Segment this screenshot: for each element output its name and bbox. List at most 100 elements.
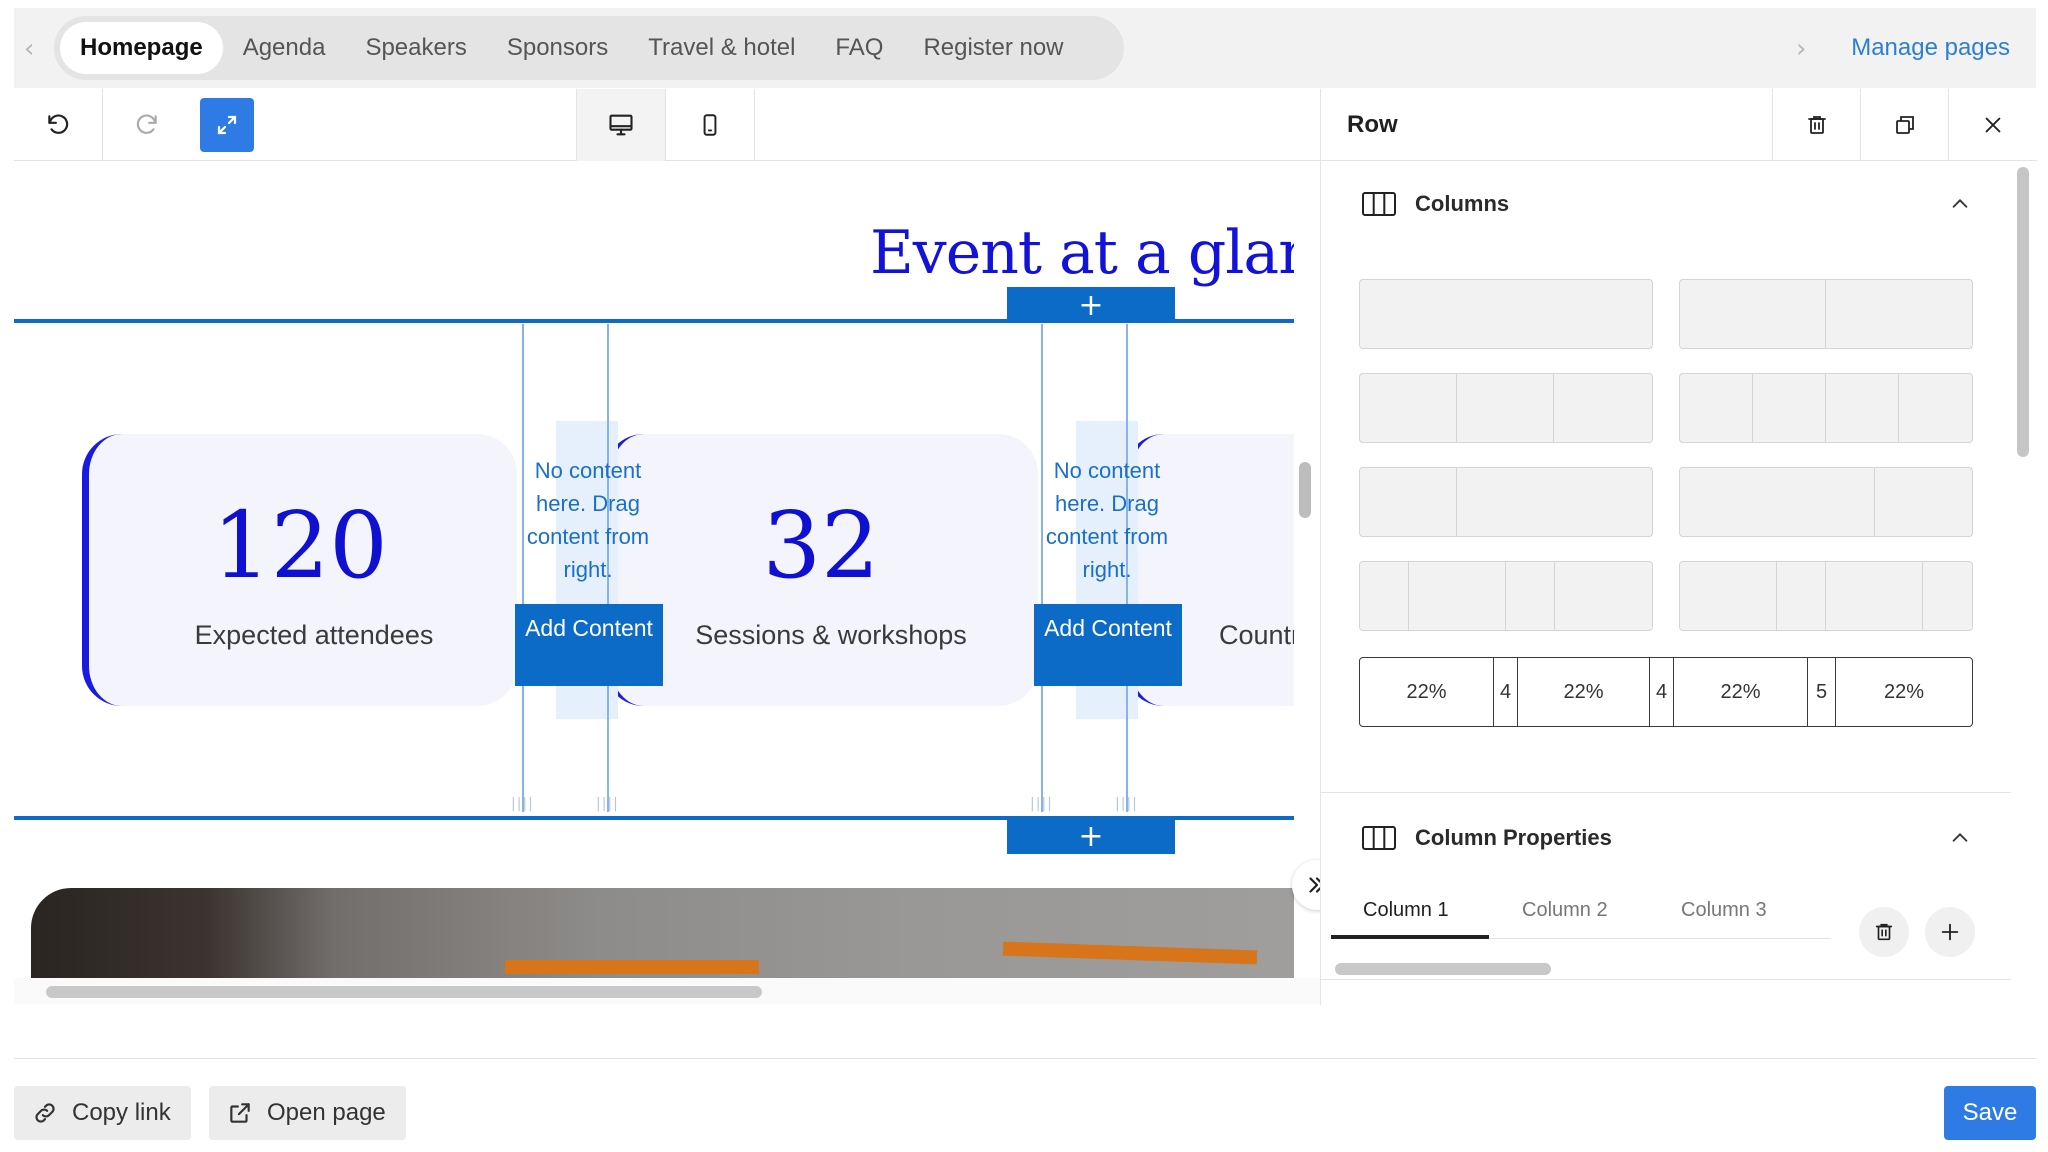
add-content-button[interactable]: Add Content: [1034, 604, 1182, 686]
gap-width-value[interactable]: 4: [1650, 658, 1674, 726]
page-editor: ‹ Homepage Agenda Speakers Sponsors Trav…: [0, 0, 2048, 1152]
empty-column-hint: No content here. Drag content from right…: [1045, 458, 1169, 582]
editor-toolbar: [14, 89, 1320, 161]
section-title: Columns: [1415, 191, 1510, 216]
columns-icon: [1362, 826, 1396, 850]
column-width-value[interactable]: 22%: [1674, 658, 1808, 726]
manage-pages-link[interactable]: Manage pages: [1851, 34, 2010, 62]
undo-icon: [48, 114, 69, 134]
columns-section-header[interactable]: Columns: [1321, 169, 2011, 239]
photo-banner-stripe: [1002, 941, 1258, 965]
section-divider: [1321, 979, 2011, 980]
close-icon: [1985, 117, 2000, 133]
expand-icon: [200, 98, 254, 152]
page-tabs: Homepage Agenda Speakers Sponsors Travel…: [54, 16, 1124, 80]
add-content-button[interactable]: Add Content: [515, 604, 663, 686]
layout-2-columns[interactable]: [1679, 279, 1973, 349]
tab-homepage[interactable]: Homepage: [60, 22, 223, 74]
column-resize-handle[interactable]: ||||: [1030, 796, 1053, 812]
add-row-above-button[interactable]: +: [1007, 287, 1175, 323]
section-title: Column Properties: [1415, 825, 1612, 850]
column-width-value[interactable]: 22%: [1360, 658, 1494, 726]
empty-column-hint: No content here. Drag content from right…: [526, 458, 650, 582]
section-divider: [1321, 792, 2011, 793]
layout-2-1-2[interactable]: [1679, 561, 1973, 631]
redo-icon: [136, 114, 157, 134]
tab-column-1[interactable]: Column 1: [1363, 899, 1449, 922]
active-tab-indicator: [1331, 935, 1489, 939]
stat-label: Countr: [1219, 620, 1294, 650]
canvas-scroll-thumb[interactable]: [46, 986, 762, 998]
delete-row-button[interactable]: [1772, 89, 1860, 161]
open-page-button[interactable]: Open page: [209, 1086, 406, 1140]
stat-card[interactable]: 120: [83, 434, 517, 706]
gap-width-value[interactable]: 5: [1808, 658, 1836, 726]
layout-3-columns[interactable]: [1359, 373, 1653, 443]
column-tabs: Column 1 Column 2 Column 3: [1331, 889, 1831, 939]
stat-label: Expected attendees: [194, 620, 434, 650]
copy-link-label: Copy link: [72, 1099, 171, 1126]
mobile-icon: [703, 114, 717, 136]
redo-button[interactable]: [103, 89, 191, 161]
decorative-bracket: [82, 434, 142, 706]
section-heading[interactable]: Event at a glance: [870, 218, 1294, 288]
trash-icon: [1875, 923, 1893, 941]
panel-vertical-scrollbar[interactable]: [2017, 167, 2029, 457]
editor-canvas[interactable]: Event at a glance + 120 Expected attende…: [14, 162, 1294, 978]
scroll-left-icon[interactable]: ‹: [24, 34, 34, 64]
tab-agenda[interactable]: Agenda: [223, 22, 346, 74]
stat-card[interactable]: 32: [604, 434, 1038, 706]
layout-1-2-1[interactable]: [1359, 561, 1653, 631]
custom-column-widths[interactable]: 22% 4 22% 4 22% 5 22%: [1359, 657, 1973, 727]
fullscreen-button[interactable]: [191, 89, 263, 161]
column-width-value[interactable]: 22%: [1836, 658, 1972, 726]
canvas-vertical-scrollbar[interactable]: [1299, 462, 1311, 518]
photo-banner-stripe: [505, 960, 759, 974]
footer-divider: [14, 1058, 2036, 1059]
delete-column-button[interactable]: [1859, 907, 1909, 957]
add-column-button[interactable]: [1925, 907, 1975, 957]
desktop-view-button[interactable]: [577, 89, 665, 161]
layout-1-column[interactable]: [1359, 279, 1653, 349]
copy-link-button[interactable]: Copy link: [14, 1086, 191, 1140]
column-tabs-scrollbar[interactable]: [1335, 963, 1551, 975]
undo-button[interactable]: [14, 89, 102, 161]
layout-4-columns[interactable]: [1679, 373, 1973, 443]
toolbar-divider: [754, 89, 755, 161]
plus-icon: [1941, 923, 1959, 941]
scroll-right-icon[interactable]: ›: [1796, 34, 1806, 64]
link-icon: [35, 1103, 55, 1123]
tab-register-now[interactable]: Register now: [903, 22, 1083, 74]
column-resize-handle[interactable]: ||||: [596, 796, 619, 812]
panel-header: Row: [1321, 89, 2037, 161]
layout-1-3-2-3[interactable]: [1359, 467, 1653, 537]
save-button[interactable]: Save: [1944, 1086, 2036, 1140]
column-resize-handle[interactable]: ||||: [1115, 796, 1138, 812]
chevron-up-icon[interactable]: [1949, 827, 1971, 849]
external-link-icon: [230, 1103, 250, 1123]
column-resize-handle[interactable]: ||||: [511, 796, 534, 812]
add-row-below-button[interactable]: +: [1007, 818, 1175, 854]
stat-value: 120: [212, 492, 388, 599]
tab-travel-hotel[interactable]: Travel & hotel: [628, 22, 815, 74]
mobile-view-button[interactable]: [666, 89, 754, 161]
gap-width-value[interactable]: 4: [1494, 658, 1518, 726]
canvas-horizontal-scrollbar[interactable]: [14, 978, 1320, 1004]
hero-photo: [31, 888, 1294, 978]
tab-sponsors[interactable]: Sponsors: [487, 22, 628, 74]
layout-2-3-1-3[interactable]: [1679, 467, 1973, 537]
tab-column-2[interactable]: Column 2: [1522, 899, 1608, 922]
column-properties-section-header[interactable]: Column Properties: [1321, 803, 2011, 873]
column-width-value[interactable]: 22%: [1518, 658, 1650, 726]
stat-label: Sessions & workshops: [695, 620, 967, 650]
tab-faq[interactable]: FAQ: [815, 22, 903, 74]
open-page-label: Open page: [267, 1099, 386, 1126]
page-tabs-bar: ‹ Homepage Agenda Speakers Sponsors Trav…: [14, 8, 2036, 88]
duplicate-row-button[interactable]: [1860, 89, 1948, 161]
chevron-up-icon[interactable]: [1949, 193, 1971, 215]
trash-icon: [1807, 116, 1826, 134]
panel-title: Row: [1347, 111, 1398, 138]
tab-column-3[interactable]: Column 3: [1681, 899, 1767, 922]
tab-speakers[interactable]: Speakers: [345, 22, 486, 74]
close-panel-button[interactable]: [1948, 89, 2036, 161]
